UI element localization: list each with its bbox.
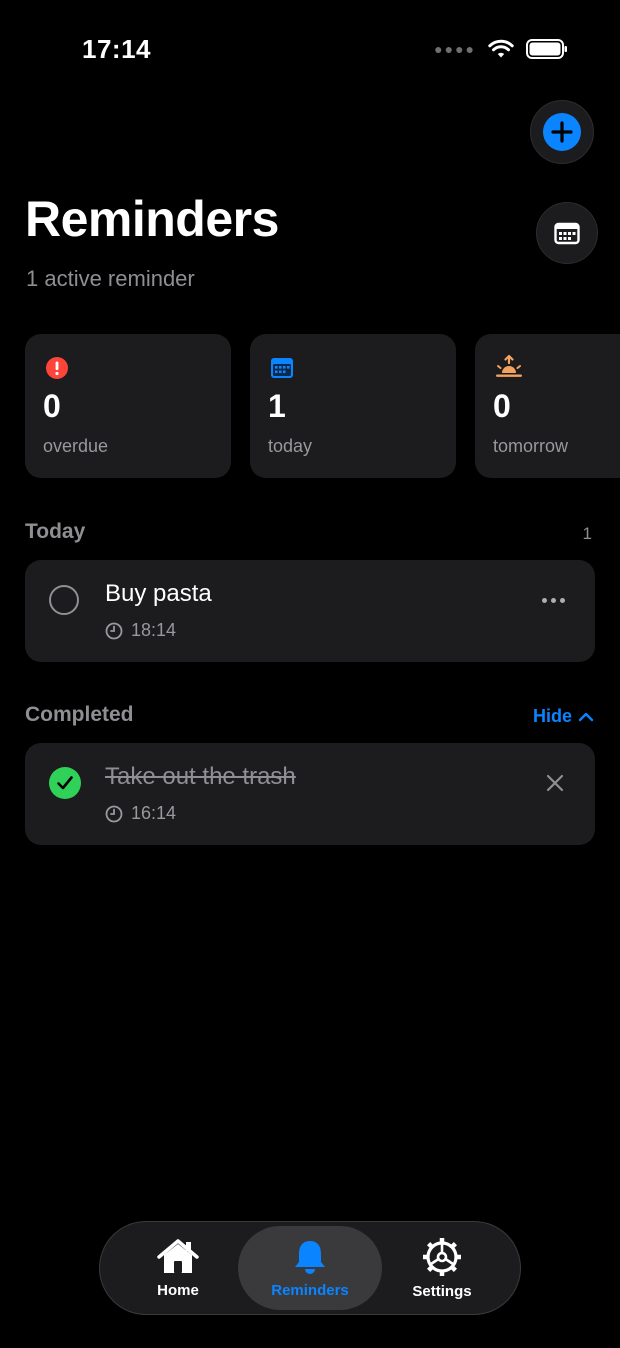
home-icon (157, 1238, 199, 1273)
ellipsis-icon-dot (551, 598, 556, 603)
completed-checkbox[interactable] (49, 767, 81, 799)
section-title-today: Today (25, 520, 86, 543)
tab-label: Home (157, 1281, 199, 1299)
status-time: 17:14 (82, 34, 151, 64)
tab-home[interactable]: Home (106, 1226, 250, 1310)
gear-icon (423, 1237, 461, 1276)
status-indicators: ●●●● (434, 38, 568, 60)
signal-icon: ●●●● (434, 41, 476, 57)
stat-card-tomorrow[interactable]: 0 tomorrow (475, 334, 620, 478)
reminder-time-text: 16:14 (131, 803, 177, 823)
chevron-up-icon (578, 712, 594, 721)
tab-settings[interactable]: Settings (370, 1226, 514, 1310)
stat-label: today (268, 436, 313, 456)
hide-label: Hide (532, 706, 572, 726)
calendar-icon (271, 358, 293, 378)
clock-icon (105, 805, 123, 822)
page-title: Reminders (25, 191, 279, 247)
tab-label: Settings (412, 1282, 472, 1300)
reminder-title: Buy pasta (105, 580, 212, 607)
calendar-icon (554, 222, 580, 245)
checkmark-icon (57, 776, 73, 790)
stat-label: overdue (43, 436, 109, 456)
section-count-today: 1 (582, 524, 592, 543)
reminder-title: Take out the trash (105, 763, 296, 790)
reminder-time-text: 18:14 (131, 620, 177, 640)
plus-icon (543, 113, 581, 151)
exclamation-icon (46, 357, 68, 379)
battery-icon (526, 39, 567, 59)
active-count-subtitle: 1 active reminder (26, 266, 195, 291)
reminder-time: 18:14 (105, 620, 176, 641)
more-options-button[interactable] (542, 598, 565, 603)
reminder-time: 16:14 (105, 803, 176, 824)
stat-value: 0 (43, 388, 61, 424)
calendar-button[interactable] (536, 202, 598, 264)
tab-label: Reminders (271, 1281, 349, 1299)
stat-value: 1 (268, 388, 286, 424)
reminder-row[interactable]: Buy pasta 18:14 (25, 560, 595, 662)
reminders-screen: 17:14 ●●●● Reminders 1 active reminder 0… (0, 0, 620, 1348)
hide-completed-button[interactable]: Hide (533, 706, 594, 727)
add-reminder-button[interactable] (530, 100, 594, 164)
section-title-completed: Completed (25, 703, 134, 726)
stat-value: 0 (493, 388, 511, 424)
stat-label: tomorrow (493, 436, 569, 456)
stat-card-today[interactable]: 1 today (250, 334, 456, 478)
delete-reminder-button[interactable] (545, 773, 565, 793)
completed-reminder-row[interactable]: Take out the trash 16:14 (25, 743, 595, 845)
wifi-icon (488, 39, 514, 58)
sunrise-icon (496, 354, 522, 377)
stat-card-overdue[interactable]: 0 overdue (25, 334, 231, 478)
tab-bar: Home Reminders Settings (99, 1221, 521, 1315)
ellipsis-icon (542, 598, 547, 603)
tab-reminders[interactable]: Reminders (238, 1226, 382, 1310)
ellipsis-icon-dot (560, 598, 565, 603)
clock-icon (105, 622, 123, 639)
bell-icon (295, 1240, 325, 1274)
complete-checkbox[interactable] (49, 585, 79, 615)
